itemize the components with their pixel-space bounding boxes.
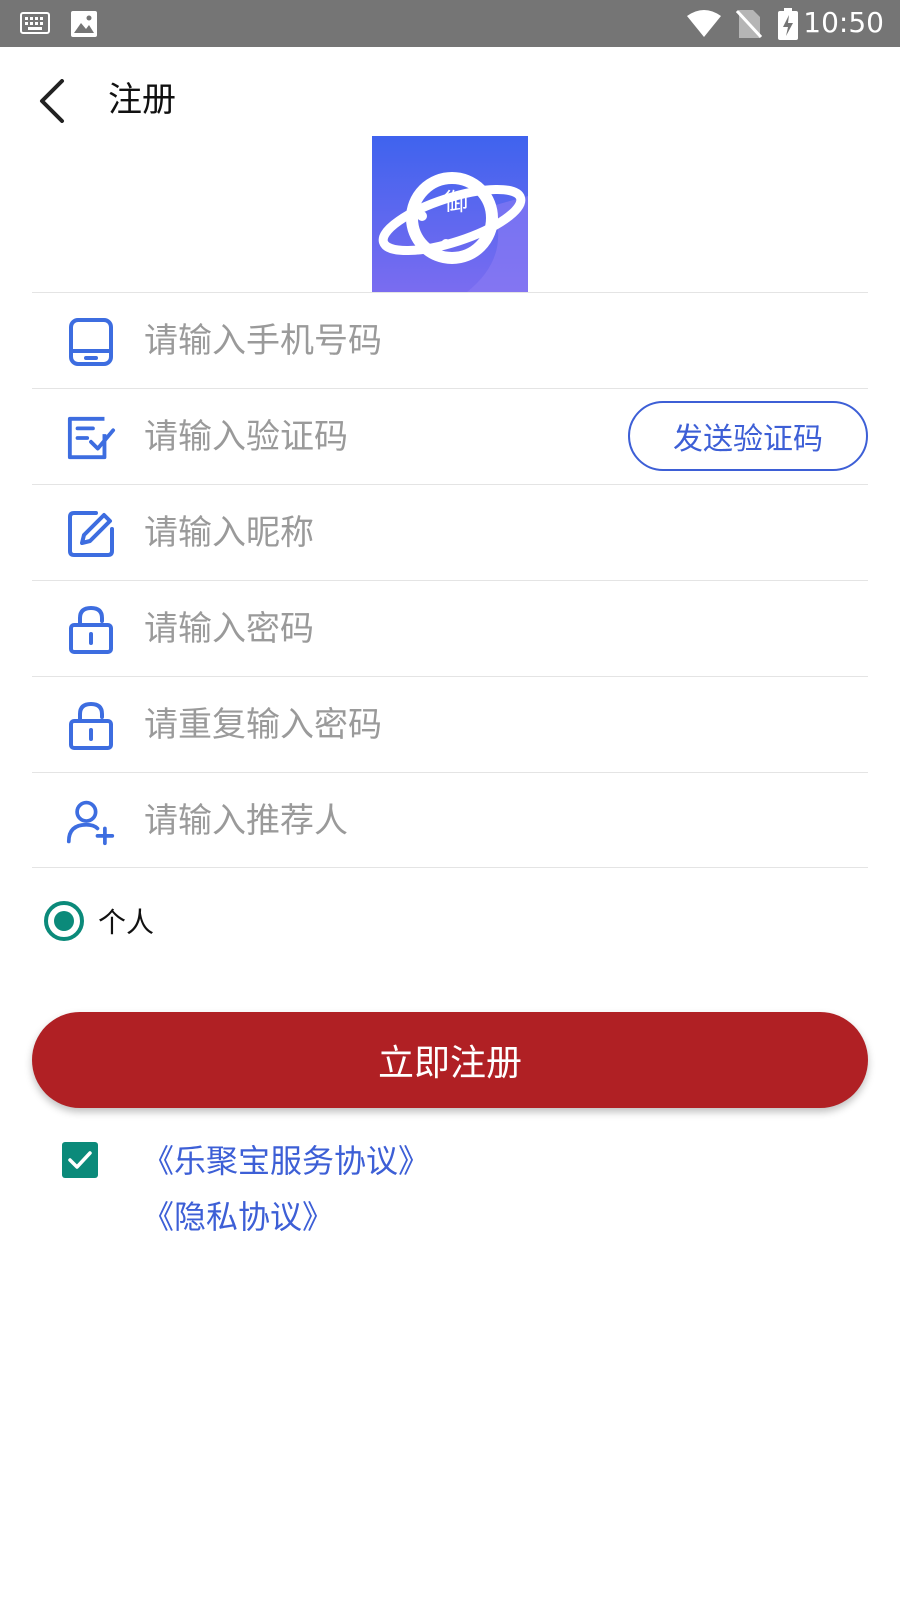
code-input[interactable] [144,407,624,467]
app-header: 注册 [0,47,900,133]
lock-icon [66,701,116,751]
radio-dot [54,911,74,931]
service-agreement-link[interactable]: 《乐聚宝服务协议》 [142,1136,430,1182]
register-button[interactable]: 立即注册 [32,1012,868,1108]
verify-icon [66,413,116,463]
add-user-icon [66,797,116,847]
keyboard-icon [20,12,50,38]
back-button[interactable] [32,77,72,125]
register-form: 发送验证码 [32,292,868,868]
edit-icon [66,509,116,559]
phone-input[interactable] [144,311,844,371]
privacy-agreement-link[interactable]: 《隐私协议》 [142,1192,334,1238]
account-type-radio[interactable]: 个人 [44,900,154,942]
register-screen: 10:50 注册 御 请输入手机号码 请输入验证码 发送验证码 请输入昵称 请输… [0,0,900,1600]
phone-row [32,292,868,388]
wifi-icon [686,10,722,42]
referrer-input[interactable] [144,791,844,851]
status-time: 10:50 [803,6,884,39]
battery-charging-icon [778,8,798,44]
agreement-checkbox[interactable] [62,1142,98,1178]
referrer-row [32,772,868,868]
page-title: 注册 [108,80,176,120]
logo-text: 御 [444,188,468,216]
image-icon [70,10,98,42]
code-row: 发送验证码 [32,388,868,484]
checkmark-icon [68,1151,92,1169]
status-bar: 10:50 [0,0,900,47]
password-input[interactable] [144,599,844,659]
radio-button[interactable] [44,901,84,941]
password-row [32,580,868,676]
nickname-input[interactable] [144,503,844,563]
password-repeat-row [32,676,868,772]
radio-label: 个人 [98,906,155,939]
chevron-left-icon [40,79,64,123]
password-repeat-input[interactable] [144,695,844,755]
phone-icon [66,317,116,367]
app-logo: 御 [372,136,528,292]
nickname-row [32,484,868,580]
send-code-button[interactable]: 发送验证码 [628,401,868,471]
no-sim-icon [735,9,763,43]
lock-icon [66,605,116,655]
